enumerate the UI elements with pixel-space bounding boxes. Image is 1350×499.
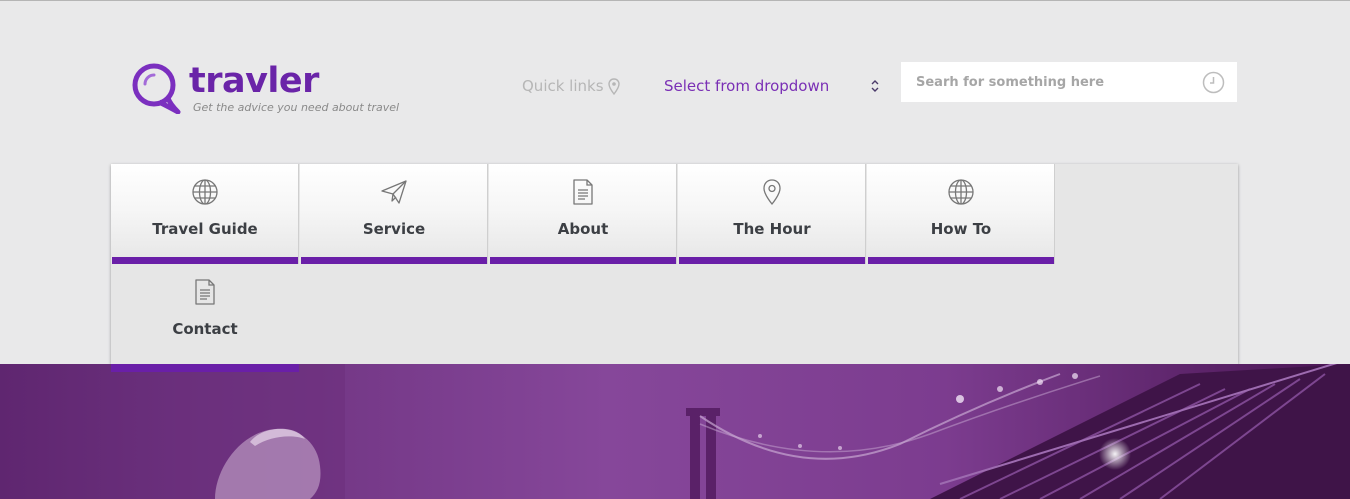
brand-tagline: Get the advice you need about travel — [193, 101, 400, 114]
nav-item-travel-guide[interactable]: Travel Guide — [111, 164, 299, 264]
hero-photo — [0, 364, 1350, 499]
updown-chevron-icon — [871, 80, 879, 92]
top-border — [0, 0, 1350, 1]
document-icon — [573, 179, 593, 205]
nav-item-about[interactable]: About — [489, 164, 677, 264]
brand-name: travler — [189, 61, 319, 101]
nav-item-label: About — [557, 220, 609, 238]
globe-icon — [948, 179, 974, 205]
nav-item-contact[interactable]: Contact — [111, 264, 299, 364]
paper-plane-icon — [381, 180, 407, 204]
nav-item-underline — [868, 257, 1054, 264]
nav-item-label: Travel Guide — [152, 220, 258, 238]
search-box — [901, 62, 1237, 102]
hero-bridge-illustration — [0, 364, 1350, 499]
nav-item-label: The Hour — [733, 220, 811, 238]
quick-links[interactable]: Quick links — [522, 77, 620, 95]
nav-item-underline — [679, 257, 865, 264]
globe-icon — [192, 179, 218, 205]
search-input[interactable] — [901, 62, 1191, 102]
map-pin-icon — [607, 77, 620, 95]
main-nav: Travel Guide Service About The Hour How … — [111, 164, 1238, 364]
nav-item-label: How To — [930, 220, 992, 238]
nav-item-how-to[interactable]: How To — [867, 164, 1055, 264]
nav-item-the-hour[interactable]: The Hour — [678, 164, 866, 264]
nav-item-service[interactable]: Service — [300, 164, 488, 264]
quick-links-label: Quick links — [522, 77, 604, 95]
nav-item-underline — [111, 364, 299, 372]
nav-item-label: Service — [362, 220, 426, 238]
chat-bubble-logo-icon — [132, 63, 181, 114]
document-icon — [195, 279, 215, 305]
nav-item-underline — [112, 257, 298, 264]
map-pin-icon — [763, 179, 781, 206]
nav-item-underline — [301, 257, 487, 264]
nav-item-underline — [490, 257, 676, 264]
clock-icon[interactable] — [1202, 71, 1225, 94]
dropdown-value: Select from dropdown — [664, 77, 830, 95]
quick-links-dropdown[interactable]: Select from dropdown — [664, 75, 880, 97]
nav-item-label: Contact — [172, 320, 238, 338]
